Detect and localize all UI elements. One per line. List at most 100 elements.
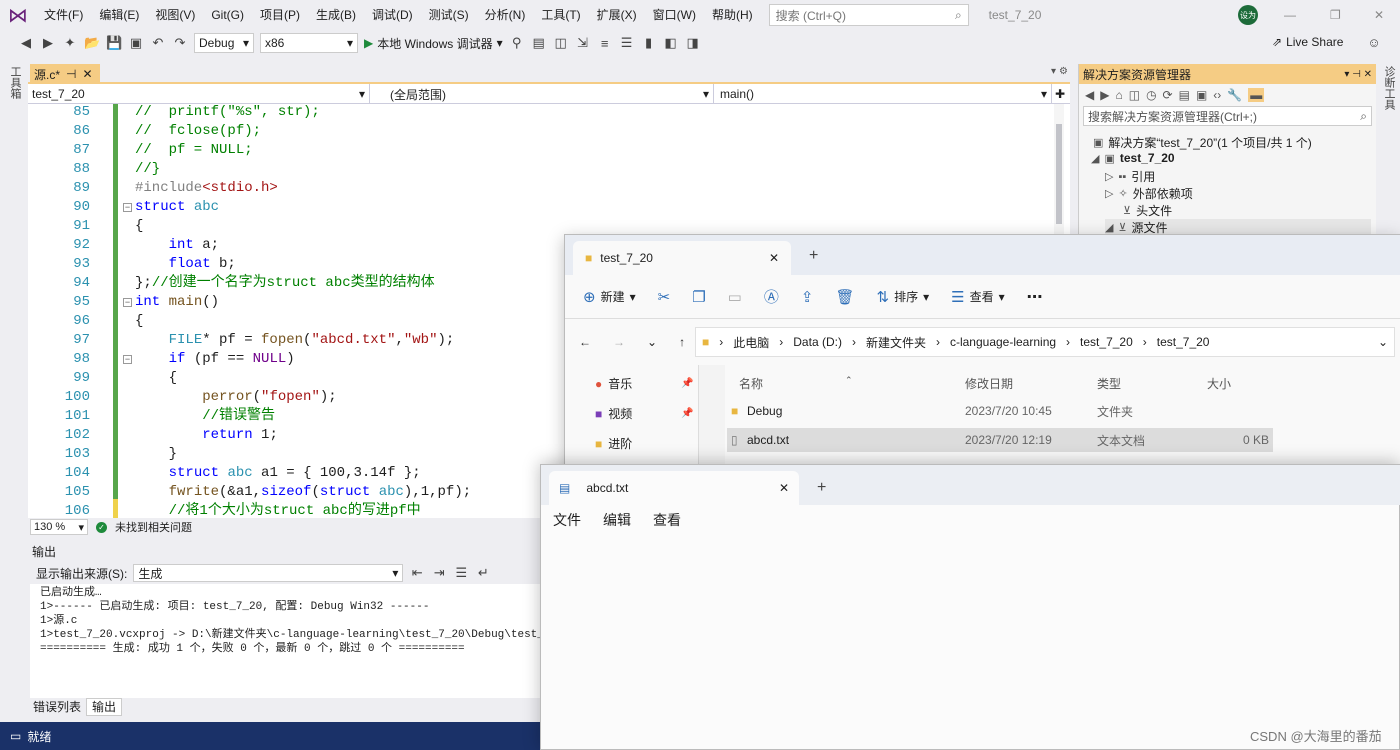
solution-search-input[interactable]: 搜索解决方案资源管理器(Ctrl+;) ⌕ bbox=[1083, 106, 1372, 126]
screenshot-icon[interactable]: ◫ bbox=[553, 35, 569, 51]
menu-build[interactable]: 生成(B) bbox=[308, 0, 364, 30]
search-input[interactable]: 搜索 (Ctrl+Q) ⌕ bbox=[768, 4, 969, 26]
tree-header-files[interactable]: ⊻ 头文件 bbox=[1123, 202, 1172, 219]
file-explorer-tab[interactable]: ■ test_7_20 ✕ bbox=[573, 241, 791, 275]
split-editor-icon[interactable]: ✚ bbox=[1052, 84, 1065, 103]
menu-analyze[interactable]: 分析(N) bbox=[477, 0, 534, 30]
tree-solution[interactable]: ▣ 解决方案“test_7_20”(1 个项目/共 1 个) bbox=[1093, 134, 1312, 151]
forward-arrow-icon[interactable]: → bbox=[613, 335, 625, 349]
menu-window[interactable]: 窗口(W) bbox=[645, 0, 704, 30]
run-debugger-button[interactable]: ▶ 本地 Windows 调试器 ▾ bbox=[364, 35, 503, 52]
collapse-icon[interactable]: ▤ bbox=[1179, 88, 1190, 102]
attach-icon[interactable]: ⚲ bbox=[509, 35, 525, 51]
file-row[interactable]: ■ Debug 2023/7/20 10:45 文件夹 bbox=[727, 399, 1273, 423]
member-dropdown[interactable]: main() ▾ bbox=[714, 84, 1052, 104]
settings-icon[interactable]: ⚙ bbox=[1059, 66, 1068, 77]
fold-toggle-icon[interactable]: − bbox=[123, 298, 132, 307]
more-options-icon[interactable]: ⋯ bbox=[1027, 287, 1043, 307]
config-dropdown[interactable]: Debug ▾ bbox=[194, 33, 254, 53]
view-button[interactable]: ☰ 查看 ▾ bbox=[951, 288, 1005, 306]
menu-view[interactable]: 视图(V) bbox=[147, 0, 203, 30]
comment-icon[interactable]: ☰ bbox=[619, 35, 635, 51]
rename-icon[interactable]: Ⓐ bbox=[764, 286, 779, 307]
window-options-icon[interactable]: ▾ ⊣ ✕ bbox=[1344, 69, 1372, 80]
copy-icon[interactable]: ❐ bbox=[692, 288, 705, 306]
menu-edit[interactable]: 编辑(E) bbox=[91, 0, 147, 30]
fold-toggle-icon[interactable]: − bbox=[123, 355, 132, 364]
history-icon[interactable]: ◷ bbox=[1146, 88, 1156, 102]
menu-tools[interactable]: 工具(T) bbox=[533, 0, 588, 30]
breadcrumb-item[interactable]: Data (D:) bbox=[793, 335, 842, 349]
scrollbar-thumb[interactable] bbox=[1056, 124, 1062, 224]
column-header-size[interactable]: 大小 bbox=[1207, 375, 1231, 392]
switch-view-icon[interactable]: ◫ bbox=[1129, 88, 1140, 102]
home-icon[interactable]: ⌂ bbox=[1115, 88, 1122, 102]
delete-icon[interactable]: 🗑 bbox=[835, 288, 854, 306]
column-header-modified[interactable]: 修改日期 bbox=[965, 375, 1013, 392]
tab-list-icon[interactable]: ▾ bbox=[1051, 66, 1056, 77]
menu-help[interactable]: 帮助(H) bbox=[704, 0, 761, 30]
zoom-dropdown[interactable]: 130 % ▾ bbox=[30, 519, 88, 535]
column-header-name[interactable]: 名称 bbox=[739, 375, 763, 392]
close-icon[interactable]: ✕ bbox=[82, 67, 92, 81]
new-item-icon[interactable]: ✦ bbox=[62, 35, 78, 51]
share-icon[interactable]: ⇪ bbox=[801, 288, 814, 306]
save-all-icon[interactable]: ▣ bbox=[128, 35, 144, 51]
menu-project[interactable]: 项目(P) bbox=[252, 0, 308, 30]
avatar[interactable]: 设为 bbox=[1238, 5, 1258, 25]
scope-dropdown[interactable]: (全局范围) ▾ bbox=[370, 84, 714, 104]
feedback-icon[interactable]: ☺ bbox=[1366, 35, 1382, 50]
output-source-dropdown[interactable]: 生成 ▾ bbox=[133, 564, 404, 582]
sort-button[interactable]: ⇅ 排序 ▾ bbox=[876, 288, 929, 306]
close-icon[interactable]: ✕ bbox=[779, 481, 789, 495]
folder-icon[interactable]: ▤ bbox=[531, 35, 547, 51]
diagnostics-strip[interactable]: 诊断工具 bbox=[1376, 56, 1400, 236]
toolbox-strip[interactable]: 工具箱 bbox=[0, 56, 28, 722]
menu-file[interactable]: 文件 bbox=[553, 510, 581, 530]
new-button[interactable]: ⊕ 新建 ▾ bbox=[583, 288, 636, 306]
issues-status[interactable]: 未找到相关问题 bbox=[115, 519, 192, 535]
paste-icon[interactable]: ▭ bbox=[728, 288, 742, 306]
menu-debug[interactable]: 调试(D) bbox=[364, 0, 421, 30]
minimize-icon[interactable]: — bbox=[1284, 8, 1296, 22]
preview-icon[interactable]: ▬ bbox=[1248, 88, 1265, 102]
word-wrap-icon[interactable]: ↵ bbox=[475, 565, 491, 581]
new-tab-icon[interactable]: + bbox=[809, 247, 818, 265]
notepad-text-area[interactable] bbox=[541, 535, 1399, 749]
breadcrumb-item[interactable]: 此电脑 bbox=[733, 334, 769, 351]
back-icon[interactable]: ◀ bbox=[18, 35, 34, 51]
back-arrow-icon[interactable]: ← bbox=[579, 335, 591, 349]
code-icon[interactable]: ‹› bbox=[1213, 88, 1221, 102]
bookmark-prev-icon[interactable]: ◧ bbox=[663, 35, 679, 51]
tree-references[interactable]: ▷ ▪▪ 引用 bbox=[1105, 168, 1155, 185]
breadcrumb-item[interactable]: 新建文件夹 bbox=[866, 334, 926, 351]
project-dropdown[interactable]: test_7_20 ▾ bbox=[28, 84, 370, 104]
column-header-type[interactable]: 类型 bbox=[1097, 375, 1121, 392]
file-row[interactable]: ▯ abcd.txt 2023/7/20 12:19 文本文档 0 KB bbox=[727, 428, 1273, 452]
menu-extensions[interactable]: 扩展(X) bbox=[589, 0, 645, 30]
breadcrumb-item[interactable]: test_7_20 bbox=[1080, 335, 1133, 349]
output-text-area[interactable]: 已启动生成… 1>------ 已启动生成: 项目: test_7_20, 配置… bbox=[30, 584, 540, 698]
diagnostics-tab[interactable]: 诊断工具 bbox=[1381, 66, 1397, 110]
new-tab-icon[interactable]: + bbox=[817, 479, 826, 497]
menu-test[interactable]: 测试(S) bbox=[421, 0, 477, 30]
recent-chevron-icon[interactable]: ⌄ bbox=[647, 335, 657, 349]
sync-icon[interactable]: ⟳ bbox=[1163, 88, 1173, 102]
close-icon[interactable]: ✕ bbox=[1374, 8, 1384, 22]
open-icon[interactable]: 📂 bbox=[84, 35, 100, 51]
menu-git[interactable]: Git(G) bbox=[203, 0, 252, 30]
up-arrow-icon[interactable]: ↑ bbox=[679, 335, 685, 349]
tree-external-dependencies[interactable]: ▷ ✧ 外部依赖项 bbox=[1105, 185, 1193, 202]
nav-item-music[interactable]: ● 音乐 📌 bbox=[595, 375, 693, 392]
nav-item-videos[interactable]: ■ 视频 📌 bbox=[595, 405, 693, 422]
bookmark-icon[interactable]: ▮ bbox=[641, 35, 657, 51]
bookmark-next-icon[interactable]: ◨ bbox=[685, 35, 701, 51]
fold-toggle-icon[interactable]: − bbox=[123, 203, 132, 212]
tree-project[interactable]: ◢ ▣ test_7_20 bbox=[1091, 151, 1175, 165]
breadcrumb-item[interactable]: c-language-learning bbox=[950, 335, 1056, 349]
forward-icon[interactable]: ▶ bbox=[40, 35, 56, 51]
forward-icon[interactable]: ▶ bbox=[1100, 88, 1109, 102]
chevron-down-icon[interactable]: ⌄ bbox=[1378, 335, 1388, 349]
notepad-tab[interactable]: ▤ abcd.txt ✕ bbox=[549, 471, 799, 505]
prev-message-icon[interactable]: ⇤ bbox=[409, 565, 425, 581]
